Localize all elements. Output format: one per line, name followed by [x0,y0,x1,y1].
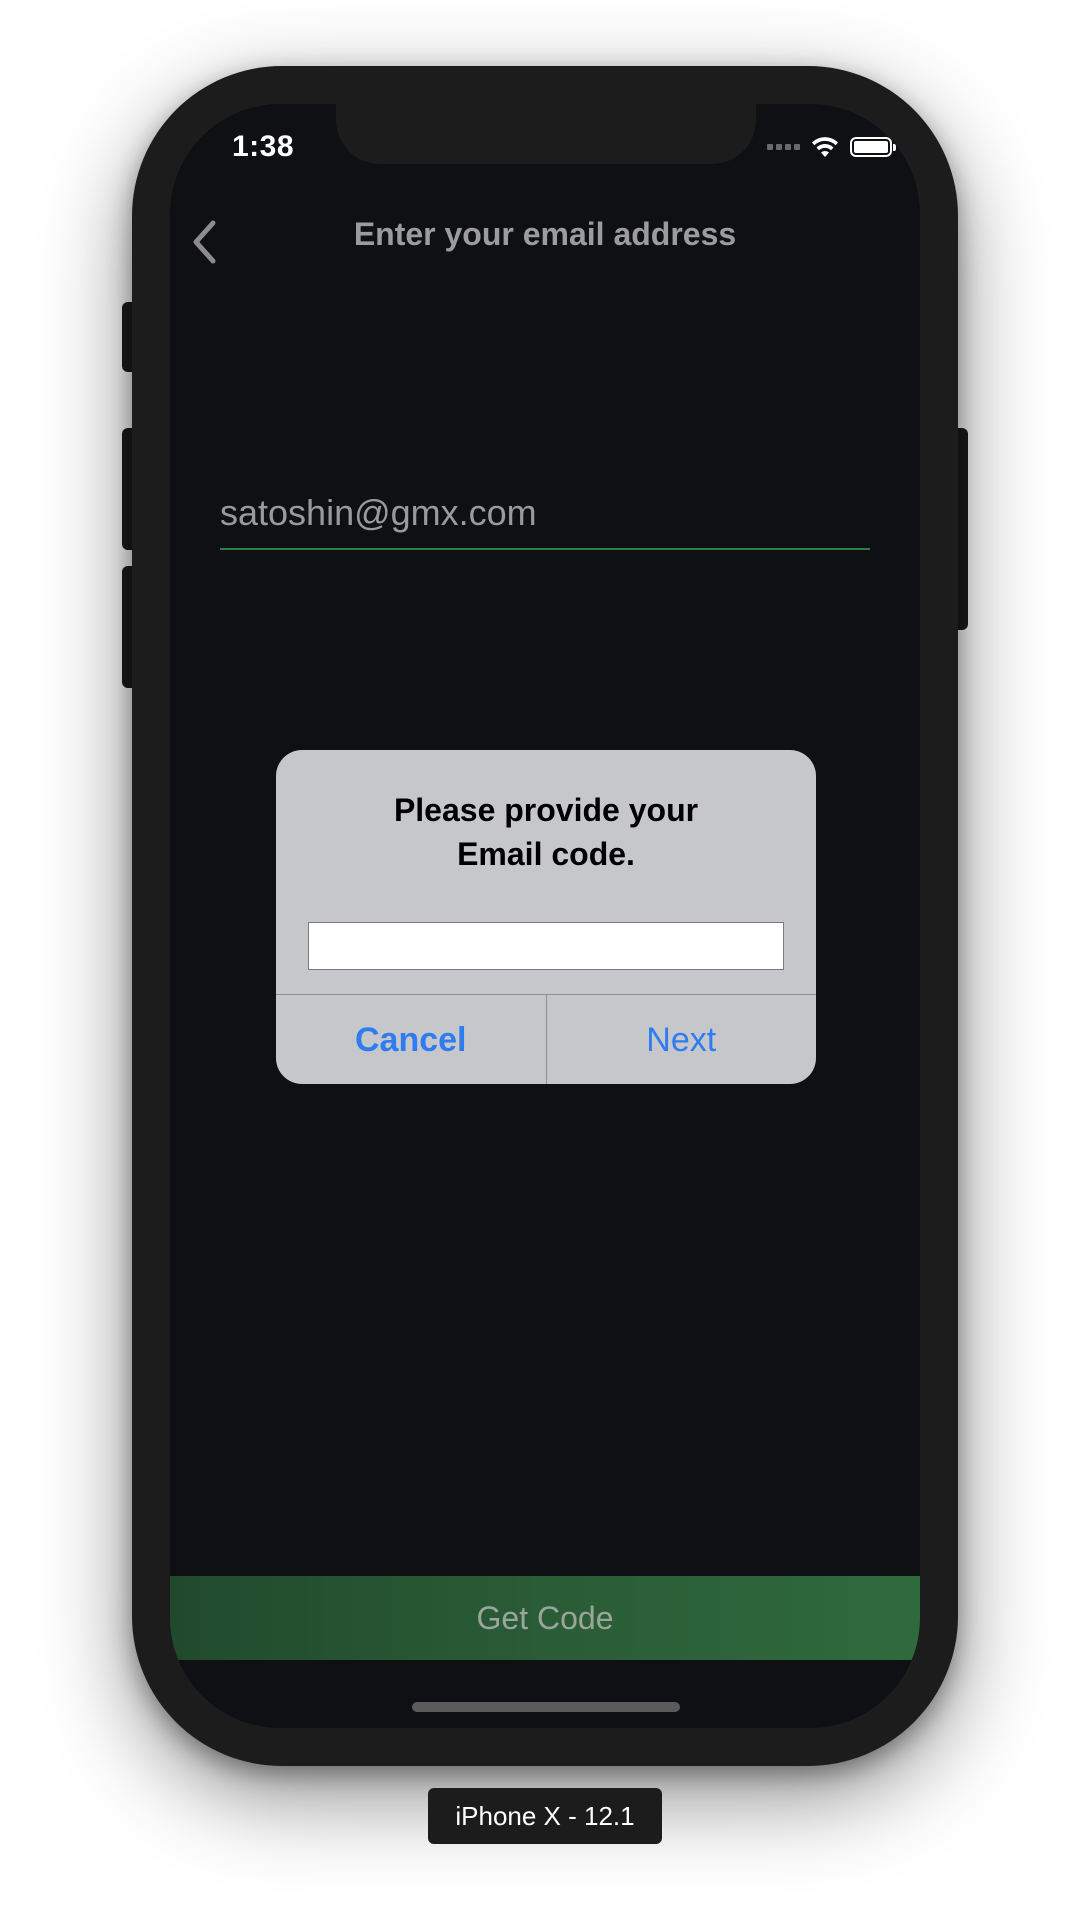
cancel-button[interactable]: Cancel [276,995,546,1084]
alert-title-line-1: Please provide your [393,792,699,828]
next-button[interactable]: Next [545,995,817,1084]
get-code-button[interactable]: Get Code [170,1576,920,1660]
phone-screen: 1:38 Enter your email address Get [170,104,920,1728]
battery-icon [850,137,896,157]
wifi-icon [812,137,838,157]
status-time: 1:38 [232,130,295,163]
notch [336,104,756,164]
email-field[interactable] [220,492,870,534]
alert-title: Please provide your Email code. [276,788,816,876]
simulator-stage: 1:38 Enter your email address Get [0,0,1090,1928]
email-code-input[interactable] [308,922,784,970]
status-icons [767,136,896,158]
cellular-signal-icon [767,144,800,150]
get-code-label: Get Code [476,1599,614,1636]
device-label: iPhone X - 12.1 [428,1788,662,1844]
alert-title-line-2: Email code. [457,836,635,872]
alert-button-row: Cancel Next [276,994,816,1084]
email-field-container [220,492,870,550]
email-code-alert: Please provide your Email code. Cancel N… [276,750,816,1084]
next-label: Next [646,1020,717,1059]
cancel-label: Cancel [355,1020,467,1059]
page-title: Enter your email address [353,216,737,252]
home-indicator[interactable] [412,1702,680,1712]
